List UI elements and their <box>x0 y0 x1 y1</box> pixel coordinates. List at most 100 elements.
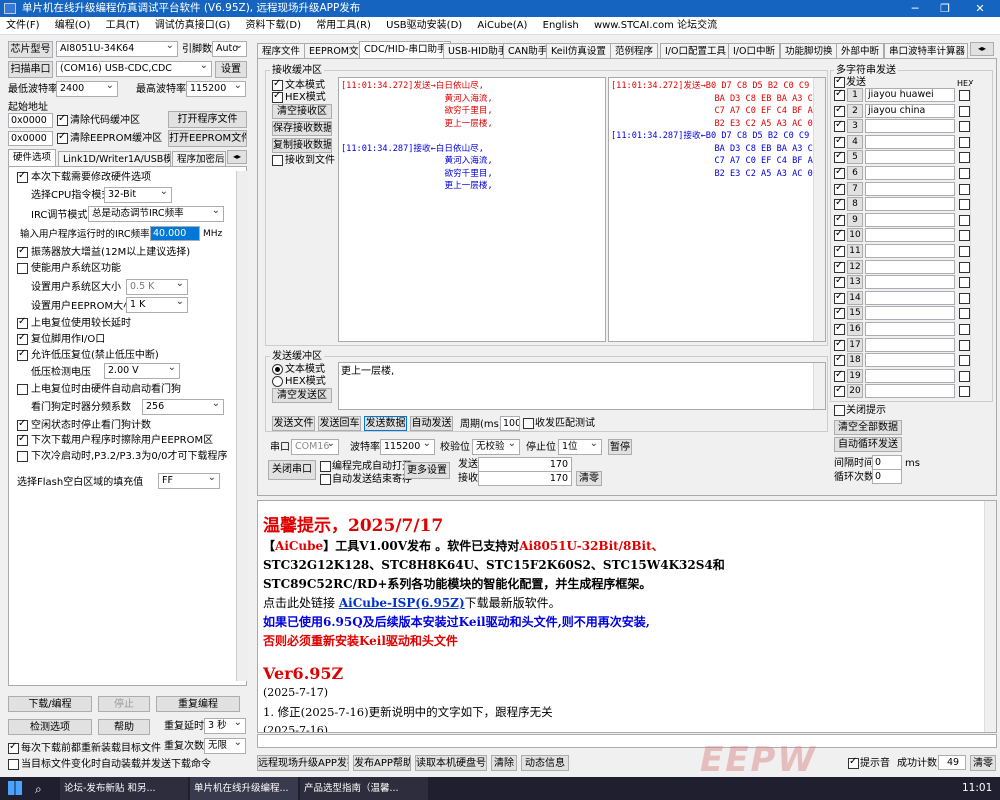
lvd-select[interactable]: 2.00 V <box>104 363 180 379</box>
match-test-checkbox[interactable] <box>523 418 534 429</box>
parity-select[interactable]: 无校验 <box>472 439 520 455</box>
multi-row-send-checkbox[interactable] <box>834 228 845 242</box>
multi-row-send-checkbox[interactable] <box>834 322 845 335</box>
multi-row-hex-checkbox[interactable] <box>959 121 970 133</box>
multi-row-hex-checkbox[interactable] <box>959 339 970 351</box>
multi-row-send-checkbox[interactable] <box>834 260 845 273</box>
multi-row-text-input[interactable] <box>865 197 955 212</box>
start-address-2-input[interactable]: 0x0000 <box>8 131 53 146</box>
auto-watchdog-checkbox[interactable] <box>17 384 28 395</box>
multi-row-text-input[interactable] <box>865 150 955 165</box>
multi-row-send-checkbox[interactable] <box>834 384 845 398</box>
aicube-isp-link[interactable]: AiCube-ISP(6.95Z) <box>339 596 465 610</box>
irc-mode-select[interactable]: 总是动态调节IRC频率 <box>88 206 224 222</box>
interval-input[interactable]: 0 <box>872 455 902 470</box>
multi-row-text-input[interactable] <box>865 259 955 274</box>
send-hex-mode-radio[interactable] <box>272 376 283 387</box>
info-scrollbar[interactable] <box>984 501 996 732</box>
multi-row-number-button[interactable]: 19 <box>847 368 863 383</box>
repeat-delay-select[interactable]: 3 秒 <box>204 718 246 734</box>
menu-english[interactable]: English <box>543 20 579 31</box>
stop-bits-select[interactable]: 1位 <box>558 439 602 455</box>
multi-row-number-button[interactable]: 15 <box>847 306 863 321</box>
menu-usb-driver[interactable]: USB驱动安装(D) <box>386 20 462 31</box>
dynamic-info-button[interactable]: 动态信息 <box>521 755 569 771</box>
clear-send-button[interactable]: 清空发送区 <box>272 388 332 403</box>
erase-eeprom-checkbox[interactable] <box>17 433 28 446</box>
multi-row-hex-checkbox[interactable] <box>959 105 970 117</box>
clear-all-data-button[interactable]: 清空全部数据 <box>834 420 902 435</box>
maximize-button[interactable]: ❐ <box>930 0 960 17</box>
tab-can[interactable]: CAN助手 <box>503 43 553 59</box>
multi-row-hex-checkbox[interactable] <box>959 214 970 226</box>
reset-pin-io-checkbox[interactable] <box>17 332 28 345</box>
multi-row-number-button[interactable]: 17 <box>847 337 863 352</box>
open-eeprom-file-button[interactable]: 打开EEPROM文件 <box>168 130 247 147</box>
send-text-area[interactable]: 更上一层楼, <box>338 362 826 410</box>
multi-row-send-checkbox[interactable] <box>834 306 845 320</box>
multi-row-text-input[interactable] <box>865 119 955 134</box>
multi-row-number-button[interactable]: 9 <box>847 212 863 227</box>
help-button[interactable]: 帮助 <box>98 719 150 735</box>
multi-row-number-button[interactable]: 16 <box>847 322 863 336</box>
receive-to-file-checkbox[interactable] <box>272 155 283 166</box>
close-port-button[interactable]: 关闭串口 <box>268 460 316 480</box>
send-enter-button[interactable]: 发送回车 <box>318 416 361 431</box>
multi-row-text-input[interactable]: jiayou huawei <box>865 88 955 102</box>
multi-row-send-checkbox[interactable] <box>834 135 845 148</box>
publish-app-help-button[interactable]: 发布APP帮助 <box>353 755 411 771</box>
sys-size-select[interactable]: 0.5 K <box>126 279 188 295</box>
multi-row-send-checkbox[interactable] <box>834 213 845 226</box>
osc-gain-checkbox[interactable] <box>17 245 28 258</box>
more-settings-button[interactable]: 更多设置 <box>404 462 450 479</box>
wdt-div-select[interactable]: 256 <box>142 399 224 415</box>
low-voltage-reset-checkbox[interactable] <box>17 348 28 361</box>
multi-row-number-button[interactable]: 11 <box>847 244 863 258</box>
hex-scrollbar[interactable] <box>813 78 825 341</box>
eeprom-size-select[interactable]: 1 K <box>126 297 188 313</box>
multi-row-number-button[interactable]: 18 <box>847 353 863 368</box>
receive-text-area[interactable]: [11:01:34.272]发送→白日依山尽, 黄河入海流, 欲穷千里目, 更上… <box>338 77 606 342</box>
multi-row-send-checkbox[interactable] <box>834 369 845 382</box>
multi-row-text-input[interactable] <box>865 368 955 383</box>
send-text-mode-radio[interactable] <box>272 364 283 375</box>
send-file-button[interactable]: 发送文件 <box>272 416 315 431</box>
save-receive-button[interactable]: 保存接收数据 <box>272 121 332 136</box>
clear-eeprom-checkbox[interactable] <box>57 131 68 144</box>
send-data-button[interactable]: 发送数据 <box>364 416 407 431</box>
multi-row-number-button[interactable]: 3 <box>847 119 863 134</box>
multi-row-text-input[interactable] <box>865 212 955 227</box>
multi-row-hex-checkbox[interactable] <box>959 277 970 289</box>
auto-load-checkbox[interactable] <box>8 759 19 770</box>
menu-common-tools[interactable]: 常用工具(R) <box>316 20 371 31</box>
recv-hex-mode-checkbox[interactable] <box>272 90 283 103</box>
multi-row-text-input[interactable] <box>865 134 955 149</box>
clear-button[interactable]: 清除 <box>491 755 517 771</box>
max-baud-select[interactable]: 115200 <box>186 81 246 97</box>
multi-row-number-button[interactable]: 7 <box>847 181 863 196</box>
menu-aicube[interactable]: AiCube(A) <box>477 20 527 31</box>
multi-row-text-input[interactable] <box>865 306 955 321</box>
tab-io-interrupt[interactable]: I/O口中断 <box>728 43 780 59</box>
multi-row-hex-checkbox[interactable] <box>959 292 970 304</box>
modify-hw-checkbox[interactable] <box>17 170 28 183</box>
start-address-1-input[interactable]: 0x0000 <box>8 113 53 128</box>
multi-row-number-button[interactable]: 1 <box>847 88 863 102</box>
taskbar-item-forum[interactable]: 论坛-发布新贴 和另... <box>60 777 188 800</box>
menu-file[interactable]: 文件(F) <box>6 20 40 31</box>
multi-row-hex-checkbox[interactable] <box>959 246 970 257</box>
chip-model-button[interactable]: 芯片型号 <box>8 41 53 58</box>
multi-row-send-checkbox[interactable] <box>834 275 845 289</box>
multi-row-hex-checkbox[interactable] <box>959 308 970 320</box>
reload-target-checkbox[interactable] <box>8 741 19 754</box>
multi-row-text-input[interactable] <box>865 244 955 258</box>
multi-row-number-button[interactable]: 13 <box>847 275 863 290</box>
multi-row-text-input[interactable] <box>865 228 955 243</box>
multi-row-hex-checkbox[interactable] <box>959 183 970 195</box>
multi-row-hex-checkbox[interactable] <box>959 168 970 179</box>
menu-debug[interactable]: 调试仿真接口(G) <box>155 20 231 31</box>
idle-stop-wdt-checkbox[interactable] <box>17 418 28 431</box>
open-program-file-button[interactable]: 打开程序文件 <box>168 111 247 128</box>
tab-examples[interactable]: 范例程序 <box>610 43 659 59</box>
multi-row-number-button[interactable]: 20 <box>847 384 863 399</box>
